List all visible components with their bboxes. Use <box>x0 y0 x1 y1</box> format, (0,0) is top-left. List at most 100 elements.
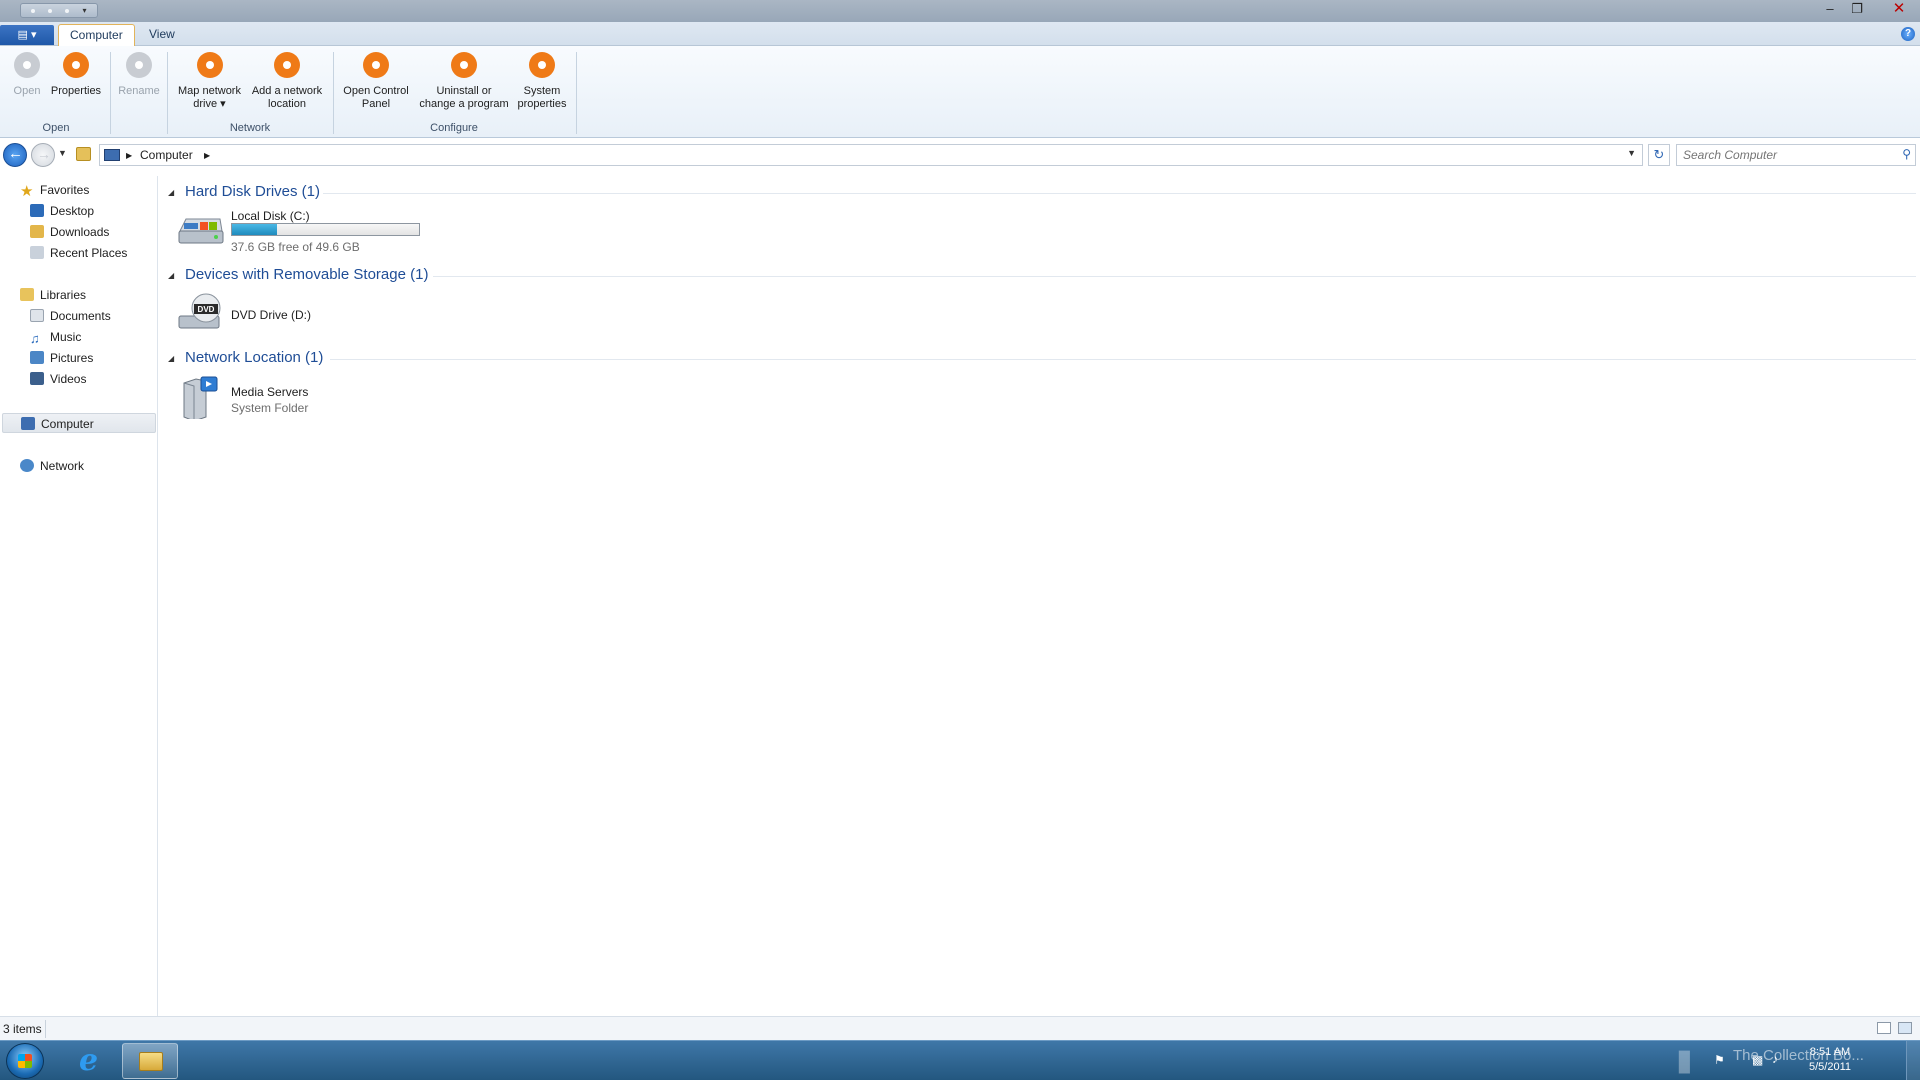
details-view-icon[interactable] <box>1877 1022 1891 1034</box>
quick-access-toolbar[interactable]: ▾ <box>20 3 98 18</box>
close-button[interactable]: ✕ <box>1882 0 1916 18</box>
desktop-icon <box>30 204 44 217</box>
folder-icon <box>139 1052 163 1071</box>
qat-undo-icon[interactable] <box>65 8 70 13</box>
taskbar-clock[interactable]: 8:51 AM 5/5/2011 <box>1795 1045 1865 1075</box>
properties-label: Properties <box>50 85 102 97</box>
breadcrumb-computer-arrow[interactable]: ▶ <box>204 151 210 160</box>
breadcrumb-root-arrow[interactable]: ▶ <box>126 151 132 160</box>
map-network-drive-label-line1: Map network <box>178 85 241 97</box>
recent-locations-dropdown-icon[interactable]: ▼ <box>58 148 67 158</box>
map-network-drive-icon <box>196 52 223 78</box>
group-label-network: Network <box>229 122 271 134</box>
media-servers-type: System Folder <box>231 401 309 415</box>
group-divider <box>330 359 1916 360</box>
content-pane: ◢ Hard Disk Drives (1) Local Disk (C:) 3… <box>164 176 1920 1016</box>
ribbon: Open Properties Open Rename Map network … <box>0 46 1920 138</box>
large-icons-view-icon[interactable] <box>1898 1022 1912 1034</box>
nav-recent-places[interactable]: Recent Places <box>30 243 127 263</box>
action-center-flag-icon[interactable]: ⚑ <box>1714 1053 1725 1067</box>
properties-button[interactable]: Properties <box>48 52 104 98</box>
help-icon[interactable]: ? <box>1901 27 1915 41</box>
local-disk-item[interactable]: Local Disk (C:) 37.6 GB free of 49.6 GB <box>176 207 496 255</box>
network-tray-icon[interactable]: ▩ <box>1752 1053 1763 1067</box>
maximize-button[interactable]: ❐ <box>1844 0 1870 18</box>
map-network-drive-label-line2: drive ▾ <box>193 98 226 110</box>
ribbon-separator <box>576 52 577 134</box>
breadcrumb-computer[interactable]: Computer <box>140 148 193 162</box>
refresh-button[interactable]: ↻ <box>1648 144 1670 166</box>
clock-date: 5/5/2011 <box>1808 1061 1851 1073</box>
collapse-triangle-icon[interactable]: ◢ <box>168 271 174 280</box>
open-button[interactable]: Open <box>10 52 44 98</box>
nav-pictures-label: Pictures <box>50 351 94 365</box>
address-history-dropdown-icon[interactable]: ▼ <box>1627 148 1636 158</box>
volume-tray-icon[interactable]: ♪ <box>1772 1052 1778 1066</box>
nav-computer[interactable]: Computer <box>2 413 156 433</box>
nav-recent-places-label: Recent Places <box>50 246 128 260</box>
system-properties-button[interactable]: System properties <box>514 52 570 111</box>
search-box[interactable]: ⚲ <box>1676 144 1916 166</box>
media-server-icon <box>176 375 224 422</box>
system-properties-label-line2: properties <box>517 98 567 110</box>
up-folder-icon[interactable] <box>76 147 91 161</box>
system-properties-label-line1: System <box>523 85 561 97</box>
ribbon-separator <box>110 52 111 134</box>
qat-properties-icon[interactable] <box>31 8 36 13</box>
group-title: Network Location (1) <box>185 349 324 366</box>
nav-videos[interactable]: Videos <box>30 369 86 389</box>
media-servers-item[interactable]: Media Servers System Folder <box>176 373 496 422</box>
start-button[interactable] <box>6 1043 44 1079</box>
collapse-triangle-icon[interactable]: ◢ <box>168 188 174 197</box>
add-network-location-icon <box>274 52 300 78</box>
tab-computer[interactable]: Computer <box>58 24 135 47</box>
group-divider <box>433 276 1916 277</box>
qat-new-folder-icon[interactable] <box>48 8 53 13</box>
ribbon-separator <box>167 52 168 134</box>
collapse-triangle-icon[interactable]: ◢ <box>168 354 174 363</box>
music-icon: ♫ <box>30 331 40 346</box>
show-desktop-button[interactable] <box>1906 1041 1920 1080</box>
uninstall-label-line2: change a program <box>419 98 509 110</box>
qat-customize-dropdown-icon[interactable]: ▾ <box>82 6 86 15</box>
group-header-network-location[interactable]: ◢ Network Location (1) <box>168 349 1916 369</box>
back-button[interactable] <box>3 143 27 167</box>
group-label-open: Open <box>42 122 70 134</box>
nav-libraries[interactable]: Libraries <box>20 285 86 305</box>
forward-button[interactable] <box>31 143 55 167</box>
nav-music[interactable]: ♫ Music <box>30 327 81 347</box>
map-network-drive-button[interactable]: Map network drive ▾ <box>172 52 247 111</box>
taskbar-internet-explorer[interactable]: e <box>62 1043 118 1079</box>
tab-view[interactable]: View <box>138 24 186 47</box>
nav-network[interactable]: Network <box>20 456 84 476</box>
open-control-panel-label-line1: Open Control <box>343 85 409 97</box>
nav-documents[interactable]: Documents <box>30 306 111 326</box>
group-divider <box>323 193 1916 194</box>
uninstall-label-line1: Uninstall or <box>436 85 492 97</box>
item-count: 3 items <box>3 1022 42 1036</box>
address-bar[interactable]: ▶ Computer ▶ ▼ <box>99 144 1643 166</box>
search-input[interactable] <box>1677 145 1887 165</box>
group-header-hard-disk-drives[interactable]: ◢ Hard Disk Drives (1) <box>168 183 1916 203</box>
hard-disk-icon <box>176 209 224 253</box>
nav-desktop[interactable]: Desktop <box>30 201 94 221</box>
add-network-location-button[interactable]: Add a network location <box>246 52 328 111</box>
nav-pictures[interactable]: Pictures <box>30 348 93 368</box>
uninstall-program-button[interactable]: Uninstall or change a program <box>414 52 514 111</box>
group-label-configure: Configure <box>430 122 478 134</box>
open-control-panel-button[interactable]: Open Control Panel <box>338 52 414 111</box>
nav-favorites[interactable]: ★ Favorites <box>20 180 89 200</box>
taskbar-windows-explorer[interactable] <box>122 1043 178 1079</box>
group-title: Hard Disk Drives (1) <box>185 183 321 200</box>
rename-label: Rename <box>118 85 160 97</box>
file-menu-button[interactable]: ▤ ▾ <box>0 25 54 45</box>
search-icon[interactable]: ⚲ <box>1902 147 1911 161</box>
group-header-removable-storage[interactable]: ◢ Devices with Removable Storage (1) <box>168 266 1916 286</box>
ribbon-tab-row: ▤ ▾ Computer View ? <box>0 22 1920 47</box>
media-servers-name: Media Servers <box>231 385 309 399</box>
rename-button[interactable]: Rename <box>116 52 162 98</box>
nav-downloads[interactable]: Downloads <box>30 222 109 242</box>
internet-explorer-icon: e <box>79 1043 99 1078</box>
minimize-button[interactable]: – <box>1817 0 1843 18</box>
dvd-drive-item[interactable]: DVD DVD Drive (D:) <box>176 290 496 338</box>
